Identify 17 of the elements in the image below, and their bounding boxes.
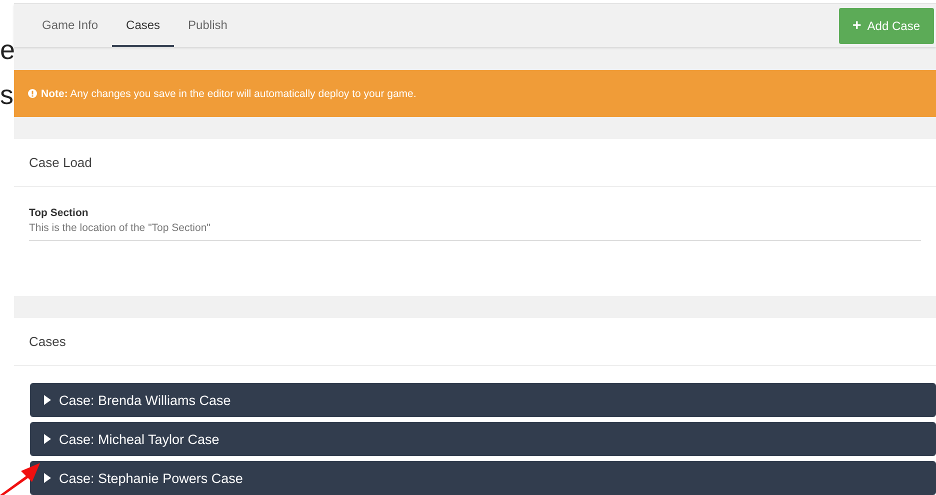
section-title: Cases [29,334,66,349]
section-title: Case Load [29,155,92,170]
field-label: Top Section [29,207,90,220]
case-accordion-header[interactable]: Case: Micheal Taylor Case [30,422,936,456]
caret-right-icon [44,434,51,444]
tab[interactable]: Publish [174,4,242,47]
tab[interactable]: Game Info [28,4,112,47]
case-accordion-header[interactable]: Case: Stephanie Powers Case [30,461,936,495]
note-text: Note: Any changes you save in the editor will automatically deploy to your game. [41,88,416,100]
caret-right-icon [44,394,51,404]
field-value: This is the location of the "Top Section" [29,219,921,242]
background-text: s [0,79,14,112]
case-accordion-header[interactable]: Case: Brenda Williams Case [30,383,936,417]
tab[interactable]: Cases [112,4,174,47]
caret-right-icon [44,472,51,482]
background-text: e [0,34,14,67]
exclamation-icon [28,89,37,98]
